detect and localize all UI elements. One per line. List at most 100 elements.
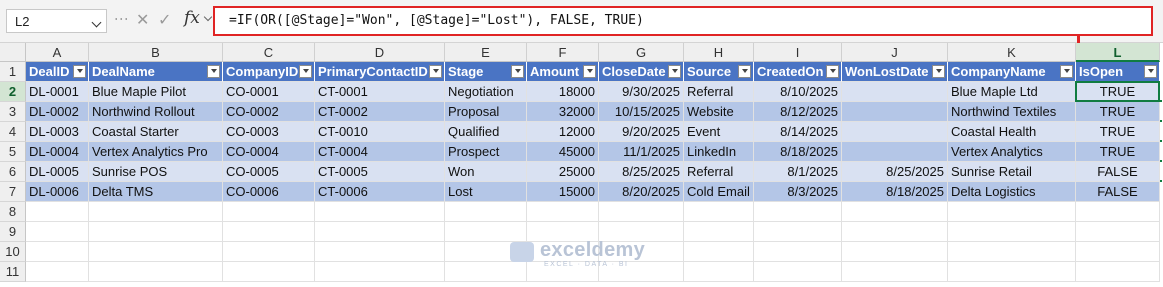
- table-cell[interactable]: 18000: [527, 82, 599, 102]
- table-cell[interactable]: Won: [445, 162, 527, 182]
- table-cell[interactable]: Blue Maple Pilot: [89, 82, 223, 102]
- table-cell[interactable]: DL-0005: [26, 162, 89, 182]
- table-cell[interactable]: Vertex Analytics Pro: [89, 142, 223, 162]
- empty-cell[interactable]: [948, 202, 1076, 222]
- enter-check-icon[interactable]: ✓: [158, 10, 171, 30]
- select-all-corner[interactable]: [0, 43, 26, 62]
- formula-expand-icon[interactable]: [203, 12, 213, 22]
- empty-cell[interactable]: [1076, 202, 1160, 222]
- empty-cell[interactable]: [754, 202, 842, 222]
- name-box[interactable]: L2: [6, 9, 107, 33]
- table-cell[interactable]: CO-0001: [223, 82, 315, 102]
- row-header-5[interactable]: 5: [0, 142, 26, 162]
- table-cell[interactable]: LinkedIn: [684, 142, 754, 162]
- table-cell[interactable]: Referral: [684, 82, 754, 102]
- table-cell[interactable]: 10/15/2025: [599, 102, 684, 122]
- filter-dropdown-icon[interactable]: [738, 65, 751, 78]
- empty-cell[interactable]: [26, 202, 89, 222]
- table-header-cell[interactable]: CompanyID: [223, 62, 315, 82]
- filter-dropdown-icon[interactable]: [429, 65, 442, 78]
- filter-dropdown-icon[interactable]: [1144, 65, 1157, 78]
- filter-dropdown-icon[interactable]: [932, 65, 945, 78]
- table-cell[interactable]: 25000: [527, 162, 599, 182]
- table-cell[interactable]: Prospect: [445, 142, 527, 162]
- empty-cell[interactable]: [26, 242, 89, 262]
- empty-cell[interactable]: [26, 262, 89, 282]
- table-cell[interactable]: 32000: [527, 102, 599, 122]
- row-header-8[interactable]: 8: [0, 202, 26, 222]
- table-header-cell[interactable]: CloseDate: [599, 62, 684, 82]
- table-cell[interactable]: CO-0003: [223, 122, 315, 142]
- table-cell[interactable]: Cold Email: [684, 182, 754, 202]
- table-cell[interactable]: 45000: [527, 142, 599, 162]
- table-cell[interactable]: Sunrise POS: [89, 162, 223, 182]
- empty-cell[interactable]: [684, 222, 754, 242]
- table-cell[interactable]: CO-0004: [223, 142, 315, 162]
- empty-cell[interactable]: [89, 202, 223, 222]
- empty-cell[interactable]: [684, 262, 754, 282]
- chevron-down-icon[interactable]: [91, 17, 102, 28]
- table-cell[interactable]: 9/20/2025: [599, 122, 684, 142]
- empty-cell[interactable]: [684, 202, 754, 222]
- table-cell[interactable]: 15000: [527, 182, 599, 202]
- table-cell[interactable]: Negotiation: [445, 82, 527, 102]
- table-cell[interactable]: 8/20/2025: [599, 182, 684, 202]
- filter-dropdown-icon[interactable]: [207, 65, 220, 78]
- table-cell[interactable]: Website: [684, 102, 754, 122]
- row-header-4[interactable]: 4: [0, 122, 26, 142]
- table-cell[interactable]: Event: [684, 122, 754, 142]
- table-cell[interactable]: DL-0003: [26, 122, 89, 142]
- empty-cell[interactable]: [842, 222, 948, 242]
- table-cell[interactable]: FALSE: [1076, 162, 1160, 182]
- table-cell[interactable]: Delta Logistics: [948, 182, 1076, 202]
- table-cell[interactable]: FALSE: [1076, 182, 1160, 202]
- formula-input[interactable]: =IF(OR([@Stage]="Won", [@Stage]="Lost"),…: [213, 6, 1153, 36]
- table-header-cell[interactable]: Source: [684, 62, 754, 82]
- filter-dropdown-icon[interactable]: [668, 65, 681, 78]
- table-cell[interactable]: [842, 122, 948, 142]
- empty-cell[interactable]: [26, 222, 89, 242]
- empty-cell[interactable]: [315, 222, 445, 242]
- table-cell[interactable]: CT-0006: [315, 182, 445, 202]
- column-header-a[interactable]: A: [26, 43, 89, 62]
- column-header-b[interactable]: B: [89, 43, 223, 62]
- empty-cell[interactable]: [842, 242, 948, 262]
- row-header-7[interactable]: 7: [0, 182, 26, 202]
- column-header-e[interactable]: E: [445, 43, 527, 62]
- table-cell[interactable]: CO-0002: [223, 102, 315, 122]
- empty-cell[interactable]: [754, 222, 842, 242]
- row-header-10[interactable]: 10: [0, 242, 26, 262]
- empty-cell[interactable]: [754, 262, 842, 282]
- column-header-g[interactable]: G: [599, 43, 684, 62]
- empty-cell[interactable]: [754, 242, 842, 262]
- empty-cell[interactable]: [1076, 262, 1160, 282]
- table-cell[interactable]: CT-0004: [315, 142, 445, 162]
- column-header-d[interactable]: D: [315, 43, 445, 62]
- column-header-c[interactable]: C: [223, 43, 315, 62]
- table-cell[interactable]: [842, 82, 948, 102]
- empty-cell[interactable]: [599, 202, 684, 222]
- row-header-1[interactable]: 1: [0, 62, 26, 82]
- table-cell[interactable]: Sunrise Retail: [948, 162, 1076, 182]
- row-header-11[interactable]: 11: [0, 262, 26, 282]
- insert-function-icon[interactable]: fx: [184, 8, 200, 28]
- more-options-icon[interactable]: ⋮: [114, 12, 130, 27]
- empty-cell[interactable]: [948, 242, 1076, 262]
- empty-cell[interactable]: [223, 242, 315, 262]
- empty-cell[interactable]: [89, 242, 223, 262]
- table-cell[interactable]: TRUE: [1076, 122, 1160, 142]
- column-header-k[interactable]: K: [948, 43, 1076, 62]
- empty-cell[interactable]: [223, 222, 315, 242]
- column-header-j[interactable]: J: [842, 43, 948, 62]
- table-cell[interactable]: CT-0001: [315, 82, 445, 102]
- cancel-icon[interactable]: ✕: [136, 10, 149, 30]
- empty-cell[interactable]: [89, 222, 223, 242]
- table-cell[interactable]: Coastal Starter: [89, 122, 223, 142]
- row-header-2[interactable]: 2: [0, 82, 26, 102]
- table-cell[interactable]: Blue Maple Ltd: [948, 82, 1076, 102]
- empty-cell[interactable]: [315, 262, 445, 282]
- table-cell[interactable]: DL-0001: [26, 82, 89, 102]
- empty-cell[interactable]: [445, 202, 527, 222]
- table-header-cell[interactable]: DealID: [26, 62, 89, 82]
- table-cell[interactable]: 11/1/2025: [599, 142, 684, 162]
